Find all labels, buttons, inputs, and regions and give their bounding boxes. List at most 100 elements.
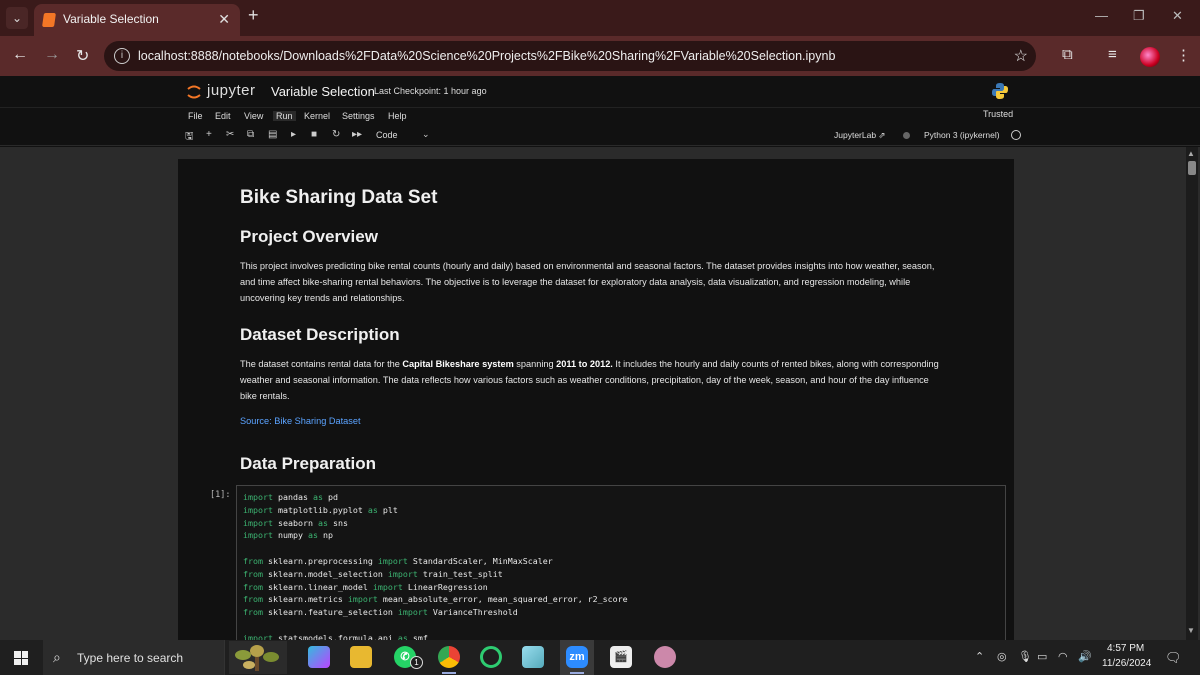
run-play-icon[interactable]: ▸ bbox=[291, 129, 296, 140]
chevron-down-icon[interactable]: ⌄ bbox=[422, 129, 430, 140]
dataset-line: weather and seasonal information. The da… bbox=[240, 375, 929, 385]
restore-icon[interactable]: ❐ bbox=[1133, 8, 1145, 24]
trusted-indicator[interactable]: Trusted bbox=[983, 109, 1013, 119]
menu-run[interactable]: Run bbox=[273, 111, 296, 121]
dataset-text: It includes the hourly and daily counts … bbox=[612, 359, 939, 369]
menu-kernel[interactable]: Kernel bbox=[304, 111, 330, 121]
clock-time[interactable]: 4:57 PM bbox=[1107, 643, 1144, 654]
menu-edit[interactable]: Edit bbox=[215, 111, 231, 121]
jupyter-favicon-icon bbox=[42, 13, 56, 27]
tray-app-icon[interactable]: ◎ bbox=[997, 650, 1007, 663]
browser-toolbar: ← → ↻ i localhost:8888/notebooks/Downloa… bbox=[0, 36, 1200, 76]
jupyter-logo-icon[interactable] bbox=[186, 84, 202, 100]
code-cell[interactable]: import pandas as pd import matplotlib.py… bbox=[236, 485, 1006, 640]
profile-avatar[interactable] bbox=[1140, 47, 1160, 67]
tab-title: Variable Selection bbox=[63, 12, 159, 26]
extensions-puzzle-icon[interactable]: ⧉ bbox=[1062, 46, 1073, 63]
chrome-icon[interactable] bbox=[438, 646, 460, 668]
scrollbar-thumb[interactable] bbox=[1188, 161, 1196, 175]
dataset-line: bike rentals. bbox=[240, 391, 290, 401]
insert-cell-plus-icon[interactable]: + bbox=[206, 129, 212, 140]
menu-help[interactable]: Help bbox=[388, 111, 407, 121]
overview-line: uncovering key trends and relationships. bbox=[240, 293, 405, 303]
browser-menu-icon[interactable]: ⋮ bbox=[1176, 46, 1191, 64]
chrome-running-indicator bbox=[442, 672, 456, 674]
jupyter-logo-text[interactable]: jupyter bbox=[207, 82, 256, 99]
zoom-icon[interactable]: zm bbox=[566, 646, 588, 668]
jupyter-header: jupyter Variable Selection Last Checkpoi… bbox=[0, 76, 1200, 108]
restart-icon[interactable]: ↻ bbox=[332, 129, 340, 140]
clapperboard-icon[interactable]: 🎬 bbox=[610, 646, 632, 668]
dataset-text: The dataset contains rental data for the bbox=[240, 359, 403, 369]
copy-icon[interactable]: ⧉ bbox=[247, 129, 254, 140]
search-icon: ⌕ bbox=[53, 649, 61, 665]
tray-chevron-up-icon[interactable]: ⌃ bbox=[975, 650, 984, 663]
menu-settings[interactable]: Settings bbox=[342, 111, 375, 121]
windows-taskbar: ⌕ Type here to search ✆ 1 zm 🎬 ⌃ ◎ 🎙 ▭ ◠… bbox=[0, 640, 1200, 675]
app-avatar-icon[interactable] bbox=[654, 646, 676, 668]
overview-heading: Project Overview bbox=[240, 227, 378, 246]
window-close-icon[interactable]: ✕ bbox=[1172, 8, 1183, 24]
media-controls-icon[interactable]: ≡ bbox=[1108, 46, 1117, 63]
fast-forward-icon[interactable]: ▸▸ bbox=[352, 129, 362, 140]
clock-date[interactable]: 11/26/2024 bbox=[1102, 658, 1151, 669]
notebook-area[interactable]: Bike Sharing Data Set Project Overview T… bbox=[0, 147, 1200, 640]
app-circle-icon[interactable] bbox=[480, 646, 502, 668]
minimize-icon[interactable]: — bbox=[1095, 8, 1108, 23]
cell-prompt: [1]: bbox=[210, 490, 231, 500]
vertical-scrollbar[interactable] bbox=[1186, 147, 1198, 640]
bookmark-star-icon[interactable]: ☆ bbox=[1014, 46, 1028, 66]
source-link[interactable]: Source: Bike Sharing Dataset bbox=[240, 416, 361, 426]
notification-icon[interactable]: 🗨 bbox=[1165, 650, 1182, 666]
url-text[interactable]: localhost:8888/notebooks/Downloads%2FDat… bbox=[138, 49, 835, 63]
kernel-name[interactable]: Python 3 (ipykernel) bbox=[924, 130, 1000, 140]
search-highlight-plant-icon[interactable] bbox=[229, 641, 287, 674]
whatsapp-badge: 1 bbox=[410, 656, 423, 669]
save-icon[interactable]: 🖫 bbox=[185, 129, 194, 146]
jupyterlab-link-label: JupyterLab bbox=[834, 130, 877, 140]
menu-view[interactable]: View bbox=[244, 111, 263, 121]
browser-tab-strip: ⌄ Variable Selection ✕ + — ❐ ✕ bbox=[0, 0, 1200, 36]
windows-start-icon[interactable] bbox=[14, 651, 28, 665]
scroll-up-arrow-icon[interactable]: ▲ bbox=[1187, 149, 1195, 158]
overview-line: and time affect bike-sharing rental beha… bbox=[240, 277, 911, 287]
cell-type-select[interactable]: Code bbox=[376, 130, 398, 140]
stop-icon[interactable]: ■ bbox=[311, 129, 317, 140]
menu-file[interactable]: File bbox=[188, 111, 203, 121]
site-info-icon[interactable]: i bbox=[114, 48, 130, 64]
wifi-icon[interactable]: ◠ bbox=[1058, 650, 1068, 663]
notebook-toolbar: 🖫 + ✂ ⧉ ▤ ▸ ■ ↻ ▸▸ Code ⌄ JupyterLab ⇗ P… bbox=[0, 126, 1200, 146]
back-arrow-icon[interactable]: ← bbox=[12, 46, 28, 64]
new-tab-plus-icon[interactable]: + bbox=[248, 5, 259, 26]
kernel-settings-icon[interactable] bbox=[903, 132, 910, 139]
copilot-icon[interactable] bbox=[308, 646, 330, 668]
volume-icon[interactable]: 🔊 bbox=[1078, 650, 1092, 663]
cut-scissors-icon[interactable]: ✂ bbox=[226, 129, 234, 140]
microphone-icon[interactable]: 🎙 bbox=[1018, 650, 1032, 663]
taskbar-search[interactable]: ⌕ Type here to search bbox=[43, 640, 225, 675]
notebook-panel: Bike Sharing Data Set Project Overview T… bbox=[178, 159, 1014, 640]
data-prep-heading: Data Preparation bbox=[240, 454, 377, 473]
address-bar[interactable]: i localhost:8888/notebooks/Downloads%2FD… bbox=[104, 41, 1036, 71]
paste-icon[interactable]: ▤ bbox=[268, 129, 277, 140]
scroll-down-arrow-icon[interactable]: ▼ bbox=[1187, 626, 1195, 635]
jupyter-menubar: File Edit View Run Kernel Settings Help … bbox=[0, 108, 1200, 126]
code-line: from sklearn.model_selection import trai… bbox=[243, 568, 503, 579]
tab-close-icon[interactable]: ✕ bbox=[218, 11, 230, 28]
battery-icon[interactable]: ▭ bbox=[1037, 650, 1047, 663]
forward-arrow-icon[interactable]: → bbox=[44, 46, 60, 64]
reload-icon[interactable]: ↻ bbox=[76, 46, 89, 66]
zoom-running-indicator bbox=[570, 672, 584, 674]
code-line: from sklearn.preprocessing import Standa… bbox=[243, 555, 553, 566]
notebook-title[interactable]: Variable Selection bbox=[271, 84, 375, 99]
dataset-line: The dataset contains rental data for the… bbox=[240, 356, 990, 372]
file-explorer-icon[interactable] bbox=[350, 646, 372, 668]
jupyterlab-link[interactable]: JupyterLab ⇗ bbox=[834, 130, 886, 141]
tab-search-chevron-icon[interactable]: ⌄ bbox=[6, 7, 28, 29]
code-line: from sklearn.metrics import mean_absolut… bbox=[243, 594, 628, 605]
notes-app-icon[interactable] bbox=[522, 646, 544, 668]
browser-tab[interactable]: Variable Selection ✕ bbox=[34, 4, 240, 36]
overview-paragraph: This project involves predicting bike re… bbox=[240, 258, 990, 306]
